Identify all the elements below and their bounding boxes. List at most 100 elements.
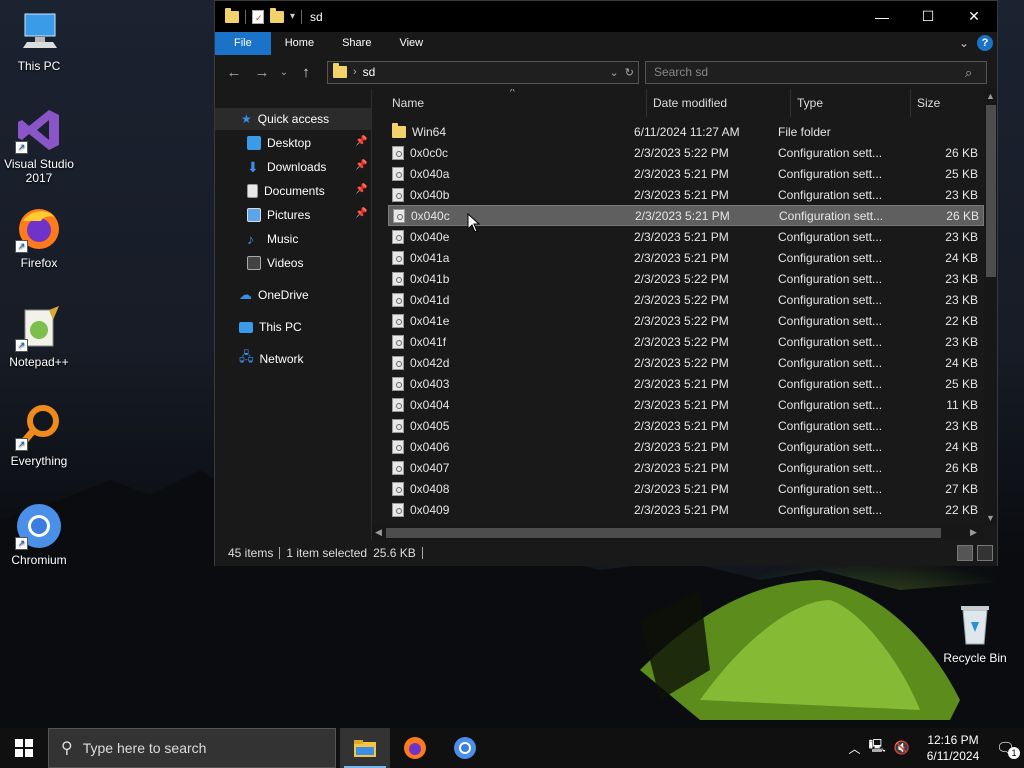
table-row[interactable]: 0x040b 2/3/2023 5:21 PM Configuration sett… — [388, 184, 984, 205]
desktop-icon-everything[interactable]: ↗ Everything — [0, 403, 78, 468]
scroll-down-arrow-icon[interactable]: ▼ — [986, 513, 995, 523]
vertical-scrollbar[interactable]: ▲ ▼ — [984, 89, 997, 525]
tab-view[interactable]: View — [385, 32, 437, 55]
column-header-type[interactable]: Type — [791, 89, 911, 117]
table-row[interactable]: 0x041a 2/3/2023 5:21 PM Configuration sett… — [388, 247, 984, 268]
file-name: 0x040c — [411, 208, 450, 223]
breadcrumb-current[interactable]: sd — [363, 65, 376, 79]
file-size: 23 KB — [945, 229, 978, 244]
table-row[interactable]: 0x0409 2/3/2023 5:21 PM Configuration sett… — [388, 499, 984, 520]
configuration-file-icon — [392, 145, 404, 160]
nav-quick-access[interactable]: ★ Quick access — [215, 108, 371, 130]
file-date: 2/3/2023 5:21 PM — [634, 439, 729, 454]
taskbar-search-box[interactable]: ⚲ Type here to search — [48, 728, 336, 768]
pin-icon[interactable]: 📌 — [355, 136, 367, 147]
file-type: Configuration sett... — [778, 460, 883, 475]
large-icons-view-button[interactable] — [977, 545, 993, 561]
search-input[interactable]: Search sd — [645, 61, 987, 84]
properties-icon[interactable]: ✓ — [252, 9, 264, 24]
quick-access-dropdown-icon[interactable]: ▾ — [290, 11, 295, 22]
column-header-date[interactable]: Date modified — [647, 89, 791, 117]
desktop-icon-this-pc[interactable]: This PC — [0, 8, 78, 73]
show-hidden-icons-chevron-icon[interactable]: ︿ — [848, 740, 860, 757]
maximize-button[interactable]: ☐ — [905, 1, 951, 32]
table-row[interactable]: 0x0403 2/3/2023 5:21 PM Configuration sett… — [388, 373, 984, 394]
file-name: 0x041d — [410, 292, 450, 307]
table-row[interactable]: 0x0407 2/3/2023 5:21 PM Configuration sett… — [388, 457, 984, 478]
desktop-icon-notepad-plus-plus[interactable]: ↗ Notepad++ — [0, 304, 78, 369]
taskbar-firefox[interactable] — [390, 728, 440, 768]
nav-item-music[interactable]: ♪ Music — [247, 228, 298, 250]
table-row[interactable]: 0x041b 2/3/2023 5:22 PM Configuration sett… — [388, 268, 984, 289]
table-row[interactable]: 0x0404 2/3/2023 5:21 PM Configuration sett… — [388, 394, 984, 415]
breadcrumb-chevron-icon[interactable]: › — [353, 66, 357, 78]
pin-icon[interactable]: 📌 — [355, 160, 367, 171]
up-arrow-icon[interactable]: ↑ — [295, 64, 317, 81]
tab-share[interactable]: Share — [328, 32, 385, 55]
pin-icon[interactable]: 📌 — [355, 208, 367, 219]
network-status-icon[interactable]: 🖳 — [868, 737, 885, 759]
desktop-icon-visual-studio[interactable]: ↗ Visual Studio 2017 — [0, 106, 78, 185]
configuration-file-icon — [392, 292, 404, 307]
recent-locations-chevron-icon[interactable]: ⌄ — [279, 67, 289, 78]
tab-home[interactable]: Home — [271, 32, 328, 55]
taskbar-chromium[interactable] — [440, 728, 490, 768]
forward-arrow-icon[interactable]: → — [251, 64, 273, 81]
file-explorer-window[interactable]: ✓ ▾ sd — ☐ ✕ File Home Share View ⌄ ? ← … — [214, 0, 998, 566]
minimize-button[interactable]: — — [859, 1, 905, 32]
details-view-button[interactable] — [957, 545, 973, 561]
horizontal-scrollbar[interactable]: ◀ ▶ — [372, 525, 984, 540]
volume-muted-icon[interactable]: 🔇 — [894, 740, 910, 756]
table-row[interactable]: 0x0406 2/3/2023 5:21 PM Configuration sett… — [388, 436, 984, 457]
nav-item-desktop[interactable]: Desktop — [247, 132, 311, 154]
close-button[interactable]: ✕ — [951, 1, 997, 32]
table-row[interactable]: Win64 6/11/2024 11:27 AM File folder — [388, 121, 984, 142]
new-folder-icon[interactable] — [270, 7, 284, 23]
scroll-left-arrow-icon[interactable]: ◀ — [375, 527, 382, 538]
file-list[interactable]: Name Date modified Type Size ^ Win64 6/11… — [372, 89, 997, 540]
column-header-size[interactable]: Size — [911, 89, 984, 117]
start-button[interactable] — [0, 728, 48, 768]
table-row[interactable]: 0x041e 2/3/2023 5:22 PM Configuration sett… — [388, 310, 984, 331]
file-type: Configuration sett... — [778, 187, 883, 202]
file-size: 26 KB — [945, 460, 978, 475]
nav-item-onedrive[interactable]: ☁ OneDrive — [239, 284, 309, 306]
divider — [421, 547, 423, 559]
pin-icon[interactable]: 📌 — [355, 184, 367, 195]
file-type: Configuration sett... — [779, 208, 884, 223]
vertical-scroll-thumb[interactable] — [986, 105, 996, 277]
scroll-up-arrow-icon[interactable]: ▲ — [986, 91, 995, 101]
address-dropdown-refresh-icon[interactable]: ⌄ ↻ — [609, 66, 634, 79]
notifications-icon[interactable]: 🗨 1 — [996, 739, 1020, 759]
nav-item-this-pc[interactable]: This PC — [239, 316, 302, 338]
nav-item-videos[interactable]: Videos — [247, 252, 303, 274]
table-row[interactable]: 0x0405 2/3/2023 5:21 PM Configuration sett… — [388, 415, 984, 436]
search-icon[interactable]: ⌕ — [965, 65, 972, 81]
table-row[interactable]: 0x042d 2/3/2023 5:22 PM Configuration sett… — [388, 352, 984, 373]
desktop-icon-chromium[interactable]: ↗ Chromium — [0, 502, 78, 567]
title-bar[interactable]: ✓ ▾ sd — ☐ ✕ — [215, 1, 997, 32]
address-bar[interactable]: › sd ⌄ ↻ — [327, 60, 639, 84]
clock[interactable]: 12:16 PM 6/11/2024 — [918, 732, 988, 764]
table-row[interactable]: 0x041f 2/3/2023 5:22 PM Configuration sett… — [388, 331, 984, 352]
nav-item-documents[interactable]: Documents — [247, 180, 325, 202]
nav-item-network[interactable]: 🖧 Network — [239, 348, 304, 370]
nav-item-downloads[interactable]: ⬇ Downloads — [247, 156, 326, 178]
table-row[interactable]: 0x0c0c 2/3/2023 5:22 PM Configuration sett… — [388, 142, 984, 163]
table-row[interactable]: 0x040a 2/3/2023 5:21 PM Configuration sett… — [388, 163, 984, 184]
scroll-right-arrow-icon[interactable]: ▶ — [970, 527, 977, 538]
tab-file[interactable]: File — [215, 32, 271, 55]
nav-item-pictures[interactable]: Pictures — [247, 204, 310, 226]
ribbon-tabs: File Home Share View ⌄ ? — [215, 32, 997, 55]
file-size: 24 KB — [945, 439, 978, 454]
taskbar-file-explorer[interactable] — [340, 728, 390, 768]
horizontal-scroll-thumb[interactable] — [386, 528, 941, 538]
desktop-icon-firefox[interactable]: ↗ Firefox — [0, 205, 78, 270]
nav-label: This PC — [259, 320, 302, 334]
table-row[interactable]: 0x041d 2/3/2023 5:22 PM Configuration sett… — [388, 289, 984, 310]
desktop-icon-recycle-bin[interactable]: Recycle Bin — [936, 600, 1014, 665]
table-row[interactable]: 0x0408 2/3/2023 5:21 PM Configuration sett… — [388, 478, 984, 499]
expand-ribbon-chevron-icon[interactable]: ⌄ — [959, 36, 969, 50]
back-arrow-icon[interactable]: ← — [223, 64, 245, 81]
help-icon[interactable]: ? — [977, 35, 993, 51]
